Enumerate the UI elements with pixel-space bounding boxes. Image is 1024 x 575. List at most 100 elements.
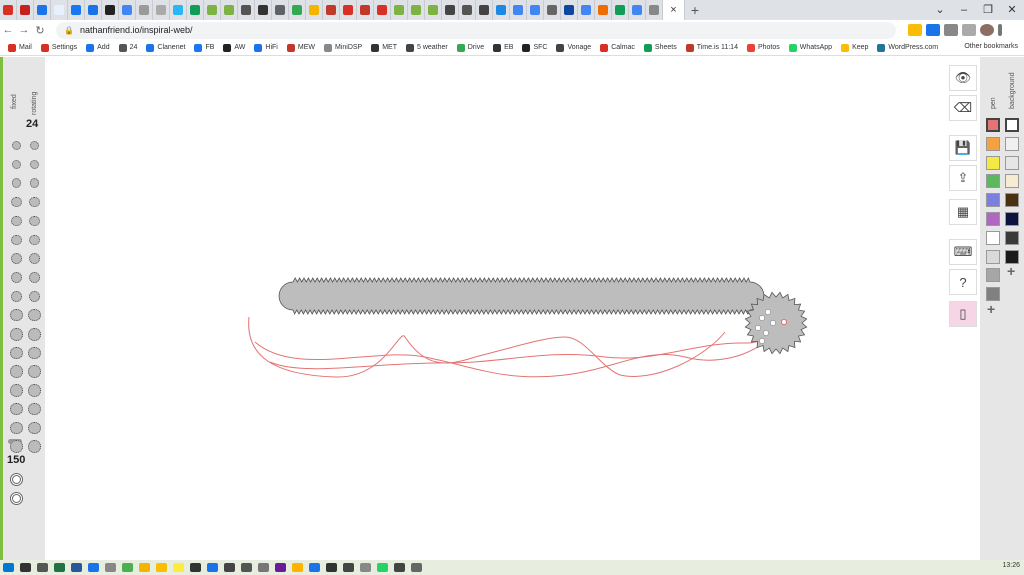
taskbar-app-icon[interactable] (343, 563, 354, 572)
browser-tab[interactable] (595, 0, 612, 20)
grid-button[interactable]: ▦ (949, 199, 977, 225)
browser-tab[interactable] (238, 0, 255, 20)
bookmark-item[interactable]: HiFi (254, 43, 278, 52)
rotating-gear-option-icon[interactable] (28, 365, 41, 378)
browser-tab[interactable] (323, 0, 340, 20)
taskbar-app-icon[interactable] (190, 563, 201, 572)
bookmark-item[interactable]: FB (194, 43, 214, 52)
pen-color-swatch[interactable] (986, 287, 1000, 302)
background-color-swatch[interactable] (1005, 136, 1019, 151)
upload-button[interactable]: ⇪ (949, 165, 977, 191)
pen-color-swatch[interactable] (986, 268, 1000, 283)
spirograph-canvas[interactable] (45, 57, 947, 560)
browser-tab[interactable] (102, 0, 119, 20)
taskbar-app-icon[interactable] (258, 563, 269, 572)
browser-tab[interactable] (629, 0, 646, 20)
browser-tab[interactable] (272, 0, 289, 20)
bookmark-item[interactable]: Time.is 11:14 (685, 43, 738, 52)
taskbar-app-icon[interactable] (37, 563, 48, 572)
bookmark-item[interactable]: Mail (8, 43, 32, 52)
add-background-color-button[interactable]: + (1007, 263, 1015, 279)
browser-tab[interactable] (119, 0, 136, 20)
background-color-swatch[interactable] (1005, 155, 1019, 170)
pen-color-swatch[interactable] (986, 155, 1000, 170)
browser-tab[interactable] (340, 0, 357, 20)
tab-search-icon[interactable]: ⌄ (928, 0, 952, 20)
forward-icon[interactable]: → (16, 24, 32, 36)
pen-hole[interactable] (759, 338, 765, 344)
fixed-gear-option-icon[interactable] (11, 215, 22, 227)
taskbar-app-icon[interactable] (411, 563, 422, 572)
browser-tab[interactable] (0, 0, 17, 20)
bookmark-item[interactable]: EB (493, 43, 513, 52)
fixed-gear-option-icon[interactable] (11, 234, 22, 246)
pen-color-swatch[interactable] (986, 212, 1000, 226)
taskbar-app-icon[interactable] (309, 563, 320, 572)
taskbar-app-icon[interactable] (224, 563, 235, 572)
bookmark-item[interactable]: Vonage (556, 43, 591, 52)
reload-icon[interactable]: ↻ (32, 24, 48, 37)
restore-icon[interactable]: ❐ (976, 0, 1000, 20)
browser-tab[interactable] (646, 0, 663, 20)
fixed-gear-option-icon[interactable] (11, 159, 22, 170)
taskbar-app-icon[interactable] (88, 563, 99, 572)
phone-button[interactable]: ▯ (949, 301, 977, 327)
taskbar-app-icon[interactable] (394, 563, 405, 572)
browser-tab[interactable] (357, 0, 374, 20)
pen-color-swatch[interactable] (986, 193, 1000, 208)
save-button[interactable]: 💾 (949, 135, 977, 161)
bookmark-item[interactable]: Calmac (600, 43, 635, 52)
keyboard-button[interactable]: ⌨ (949, 239, 977, 265)
bookmark-item[interactable]: Add (86, 43, 110, 52)
fixed-gear-option-icon[interactable] (11, 197, 22, 208)
bookmark-item[interactable]: 5 weather (406, 43, 448, 52)
browser-tab[interactable] (85, 0, 102, 20)
taskbar-app-icon[interactable] (71, 563, 82, 572)
active-tab-close-icon[interactable]: × (663, 0, 685, 20)
extensions-puzzle-icon[interactable] (944, 24, 958, 36)
fixed-gear-option-icon[interactable] (10, 290, 23, 303)
taskbar-app-icon[interactable] (139, 563, 150, 572)
rotating-gear-option-icon[interactable] (28, 384, 41, 397)
pen-hole[interactable] (765, 309, 771, 315)
bookmark-item[interactable]: 24 (118, 43, 137, 52)
back-icon[interactable]: ← (0, 24, 16, 36)
fixed-gear-option-icon[interactable] (10, 402, 23, 416)
browser-tab[interactable] (204, 0, 221, 20)
bookmark-item[interactable]: SFC (522, 43, 547, 52)
rotating-gear-option-icon[interactable] (28, 309, 41, 322)
pen-color-swatch[interactable] (986, 230, 1000, 245)
menu-icon[interactable] (998, 24, 1002, 36)
sidebar-icon[interactable] (962, 24, 976, 36)
browser-tab[interactable] (612, 0, 629, 20)
taskbar-app-icon[interactable] (275, 563, 286, 572)
taskbar-app-icon[interactable] (360, 563, 371, 572)
rotating-gear-option-icon[interactable] (28, 328, 41, 341)
browser-tab[interactable] (578, 0, 595, 20)
pen-color-swatch[interactable] (986, 174, 1000, 189)
background-color-swatch[interactable] (1005, 174, 1019, 189)
fixed-gear-option-icon[interactable] (10, 309, 23, 322)
fixed-gear-option-icon[interactable] (11, 178, 22, 189)
add-pen-color-button[interactable]: + (987, 301, 995, 317)
browser-tab[interactable] (289, 0, 306, 20)
pen-hole[interactable] (755, 325, 761, 331)
browser-tab[interactable] (493, 0, 510, 20)
bookmark-item[interactable]: WordPress.com (877, 43, 938, 52)
rotating-gear-option-icon[interactable] (29, 215, 40, 227)
fixed-gear-option-icon[interactable] (10, 328, 23, 341)
fixed-gear-option-icon[interactable] (10, 440, 23, 453)
browser-tab[interactable] (442, 0, 459, 20)
new-tab-button[interactable]: + (685, 2, 705, 18)
eraser-button[interactable]: ⌫ (949, 95, 977, 121)
drawing-canvas[interactable] (45, 57, 947, 560)
help-button[interactable]: ? (949, 269, 977, 295)
fixed-gear-option-icon[interactable] (10, 365, 23, 378)
bookmark-item[interactable]: Keep (841, 43, 868, 52)
taskbar-app-icon[interactable] (20, 563, 31, 572)
browser-tab[interactable] (136, 0, 153, 20)
taskbar-app-icon[interactable] (173, 563, 184, 572)
profile-avatar[interactable] (980, 24, 994, 36)
browser-tab[interactable] (391, 0, 408, 20)
rotating-gear-option-icon[interactable] (29, 197, 40, 208)
